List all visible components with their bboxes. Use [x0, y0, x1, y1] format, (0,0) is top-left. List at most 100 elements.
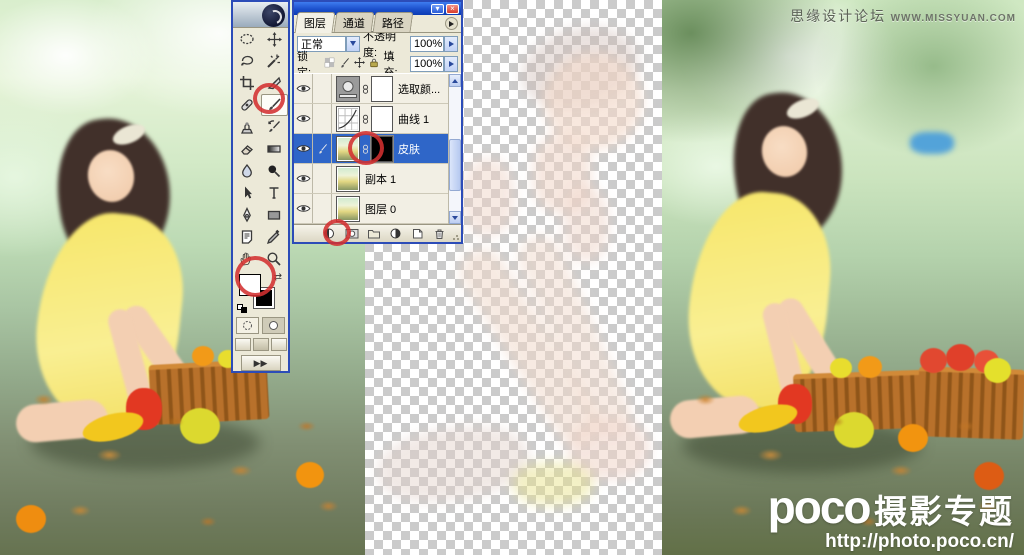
link-indicator-cell[interactable]	[313, 194, 332, 223]
poco-title: 摄影专题	[874, 493, 1014, 530]
resize-grip[interactable]	[452, 233, 460, 241]
standard-mode-button[interactable]	[236, 317, 259, 334]
type-tool[interactable]	[261, 182, 289, 204]
lock-transparency-icon[interactable]	[324, 57, 335, 71]
scroll-track[interactable]	[449, 87, 461, 211]
visibility-toggle[interactable]	[294, 134, 313, 163]
eye-icon	[296, 83, 311, 94]
type-icon	[266, 185, 282, 201]
annotation-ring-brush-tool	[253, 83, 285, 114]
quick-mask-mode-button[interactable]	[262, 317, 285, 334]
eye-icon	[296, 173, 311, 184]
layer-list-scrollbar[interactable]	[448, 74, 461, 224]
history-brush-icon	[266, 119, 282, 135]
lock-paint-icon[interactable]	[339, 57, 350, 71]
rectangle-shape-icon	[266, 207, 282, 223]
link-indicator-cell[interactable]	[313, 164, 332, 193]
minimize-button[interactable]: ▾	[431, 4, 444, 14]
default-colors-icon[interactable]	[237, 304, 248, 313]
layer-mask-thumbnail[interactable]	[371, 106, 393, 132]
pen-icon	[239, 207, 255, 223]
layers-panel: ▾ × 图层 通道 路径 正常 不透明度: 100% 锁定:	[292, 0, 463, 244]
opacity-arrow-icon[interactable]	[444, 36, 458, 52]
new-adjustment-layer-button[interactable]	[388, 227, 403, 241]
delete-layer-button[interactable]	[432, 227, 447, 241]
mask-link-icon[interactable]	[362, 113, 369, 125]
new-layer-button[interactable]	[410, 227, 425, 241]
blend-dropdown-arrow-icon[interactable]	[346, 36, 360, 52]
eraser-tool[interactable]	[233, 138, 261, 160]
fill-value[interactable]: 100%	[410, 56, 444, 72]
visibility-toggle[interactable]	[294, 194, 313, 223]
layer-name[interactable]: 皮肤	[398, 141, 420, 157]
tab-paths[interactable]: 路径	[373, 12, 414, 32]
layer-row-copy[interactable]: 副本 1	[294, 164, 448, 194]
layer-thumbnail[interactable]	[336, 196, 360, 222]
layer-name[interactable]: 图层 0	[365, 201, 396, 217]
jump-to-imageready-button[interactable]: ▶▶	[241, 355, 281, 371]
standard-screen-button[interactable]	[235, 338, 251, 351]
photo-after[interactable]	[662, 0, 1024, 555]
visibility-toggle[interactable]	[294, 164, 313, 193]
fullscreen-button[interactable]	[271, 338, 287, 351]
annotation-ring-add-mask-button	[323, 219, 351, 246]
clone-stamp-tool[interactable]	[233, 116, 261, 138]
visibility-toggle[interactable]	[294, 104, 313, 133]
path-selection-tool[interactable]	[233, 182, 261, 204]
magic-wand-tool[interactable]	[261, 50, 289, 72]
layer-name[interactable]: 曲线 1	[398, 111, 429, 127]
lock-position-icon[interactable]	[354, 57, 365, 71]
pen-tool[interactable]	[233, 204, 261, 226]
lock-all-icon[interactable]	[369, 57, 379, 71]
elliptical-marquee-tool[interactable]	[233, 28, 261, 50]
opacity-value[interactable]: 100%	[410, 36, 444, 52]
clone-stamp-icon	[239, 119, 255, 135]
new-group-button[interactable]	[366, 227, 381, 241]
link-indicator-cell[interactable]	[313, 104, 332, 133]
eyedropper-tool[interactable]	[261, 226, 289, 248]
layer-thumbnail[interactable]	[336, 166, 360, 192]
toolbox-header-art[interactable]	[233, 2, 288, 28]
blur-tool[interactable]	[233, 160, 261, 182]
scroll-up-icon[interactable]	[449, 74, 461, 87]
fullscreen-menubar-button[interactable]	[253, 338, 269, 351]
history-brush-tool[interactable]	[261, 116, 289, 138]
tab-channels[interactable]: 通道	[334, 12, 375, 32]
curves-thumbnail[interactable]	[336, 106, 360, 132]
layer-row-selective-color[interactable]: 选取颜...	[294, 74, 448, 104]
scroll-thumb[interactable]	[449, 139, 461, 191]
mask-link-icon[interactable]	[362, 83, 369, 95]
visibility-toggle[interactable]	[294, 74, 313, 103]
gradient-tool[interactable]	[261, 138, 289, 160]
lock-icons	[324, 57, 379, 71]
close-button[interactable]: ×	[446, 4, 459, 14]
lasso-icon	[239, 53, 255, 69]
tool-grid	[233, 28, 288, 270]
fill-control[interactable]: 100%	[410, 56, 458, 72]
trash-icon	[433, 227, 446, 240]
scroll-down-icon[interactable]	[449, 211, 461, 224]
shape-tool[interactable]	[261, 204, 289, 226]
annotation-ring-foreground-color	[235, 256, 276, 297]
new-layer-icon	[411, 227, 424, 240]
move-tool[interactable]	[261, 28, 289, 50]
watermark-site-name: 思缘设计论坛	[790, 8, 886, 24]
layer-row-curves[interactable]: 曲线 1	[294, 104, 448, 134]
layer-name[interactable]: 选取颜...	[398, 81, 440, 97]
layer-row-background[interactable]: 图层 0	[294, 194, 448, 224]
opacity-control[interactable]: 100%	[410, 36, 458, 52]
link-indicator-cell[interactable]	[313, 74, 332, 103]
fill-arrow-icon[interactable]	[444, 56, 458, 72]
selective-color-thumbnail[interactable]	[336, 76, 360, 102]
tab-layers[interactable]: 图层	[295, 12, 336, 33]
notes-tool[interactable]	[233, 226, 261, 248]
photoshop-toolbox: ⇄ ▶▶	[231, 0, 290, 373]
gradient-icon	[266, 141, 282, 157]
panel-menu-button[interactable]	[445, 17, 458, 30]
layer-mask-thumbnail[interactable]	[371, 76, 393, 102]
dodge-tool[interactable]	[261, 160, 289, 182]
layers-bottom-bar	[294, 224, 461, 242]
poco-url: http://photo.poco.cn/	[768, 532, 1014, 551]
layer-name[interactable]: 副本 1	[365, 171, 396, 187]
lasso-tool[interactable]	[233, 50, 261, 72]
